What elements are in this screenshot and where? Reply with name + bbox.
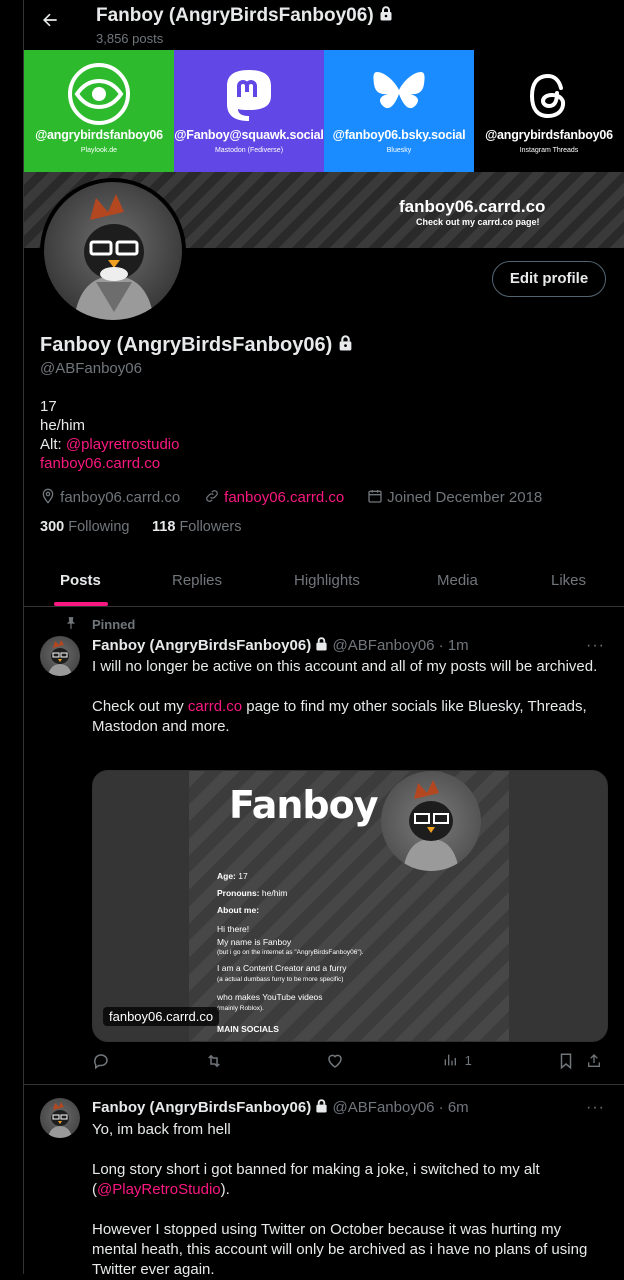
tab-media[interactable]: Media (437, 572, 478, 589)
card-title: Fanboy (229, 783, 379, 827)
repost-icon[interactable] (205, 1052, 223, 1073)
profile-avatar[interactable] (40, 178, 186, 324)
header-title: Fanboy (AngryBirdsFanboy06) (96, 5, 393, 27)
post-avatar[interactable] (40, 1098, 80, 1138)
post-actions: 1 (92, 1052, 607, 1072)
tab-likes[interactable]: Likes (551, 572, 586, 589)
profile-handle: @ABFanboy06 (40, 360, 142, 377)
banner-tile-bluesky: @fanboy06.bsky.social Bluesky (324, 50, 474, 172)
eye-icon (67, 62, 131, 131)
share-icon[interactable] (586, 1052, 602, 1073)
bio-site-link[interactable]: fanboy06.carrd.co (40, 455, 160, 472)
banner-tile-threads: @angrybirdsfanboy06 Instagram Threads (474, 50, 624, 172)
bio-pronouns: he/him (40, 417, 86, 434)
profile-bio: 17 he/him Alt: @playretrostudio fanboy06… (40, 397, 179, 473)
views-icon (442, 1053, 458, 1068)
profile-column: Fanboy (AngryBirdsFanboy06) 3,856 posts … (23, 0, 624, 1278)
tabs-divider (24, 606, 624, 607)
edit-profile-button[interactable]: Edit profile (492, 261, 606, 297)
following-link[interactable]: 300 Following (40, 519, 129, 535)
banner-tile-playlook: @angrybirdsfanboy06 Playlook.de (24, 50, 174, 172)
card-domain-label: fanboy06.carrd.co (103, 1007, 220, 1026)
profile-location: fanboy06.carrd.co (40, 488, 180, 506)
mastodon-icon (219, 64, 279, 129)
banner-handle: @angrybirdsfanboy06 (485, 128, 613, 142)
banner-handle: @Fanboy@squawk.social (174, 128, 324, 142)
banner-caption: Playlook.de (80, 147, 118, 154)
views-button[interactable]: 1 (442, 1052, 472, 1068)
bookmark-icon[interactable] (558, 1052, 574, 1073)
post-handle[interactable]: @ABFanboy06 (333, 1099, 435, 1116)
calendar-icon (367, 489, 383, 506)
post-text: Yo, im back from hell Long story short i… (92, 1121, 588, 1278)
bio-alt-line: Alt: @playretrostudio (40, 436, 180, 453)
banner-handle: @angrybirdsfanboy06 (35, 128, 163, 142)
post-header: Fanboy (AngryBirdsFanboy06) @ABFanboy06 … (92, 1099, 469, 1116)
tab-replies[interactable]: Replies (172, 572, 222, 589)
post-author[interactable]: Fanboy (AngryBirdsFanboy06) (92, 1099, 311, 1116)
lock-icon (315, 637, 328, 654)
back-arrow-icon[interactable] (34, 10, 66, 36)
link-icon (204, 489, 220, 506)
banner-caption: Instagram Threads (519, 147, 579, 154)
reply-icon[interactable] (92, 1052, 110, 1073)
alt-account-link[interactable]: @playretrostudio (66, 436, 180, 453)
post-count: 3,856 posts (96, 31, 164, 46)
banner-carrd-url: fanboy06.carrd.co (399, 197, 546, 216)
post-time[interactable]: 1m (448, 637, 469, 654)
post-text: I will no longer be active on this accou… (92, 658, 598, 735)
lock-icon (379, 5, 393, 26)
banner-caption: Bluesky (386, 147, 412, 154)
carrd-link[interactable]: carrd.co (188, 698, 242, 715)
post-header: Fanboy (AngryBirdsFanboy06) @ABFanboy06 … (92, 637, 469, 654)
location-pin-icon (40, 488, 56, 506)
profile-website[interactable]: fanboy06.carrd.co (204, 488, 344, 506)
more-options-icon[interactable]: ··· (586, 637, 605, 655)
pin-icon (64, 616, 78, 635)
card-side-right (509, 771, 607, 1041)
banner-carrd-caption: Check out my carrd.co page! (416, 217, 540, 227)
post-time[interactable]: 6m (448, 1099, 469, 1116)
tab-posts[interactable]: Posts (60, 572, 101, 589)
banner-tile-mastodon: @Fanboy@squawk.social Mastodon (Fedivers… (174, 50, 324, 172)
followers-link[interactable]: 118 Followers (152, 519, 241, 535)
card-avatar (381, 771, 481, 871)
post-handle[interactable]: @ABFanboy06 (333, 637, 435, 654)
post-author[interactable]: Fanboy (AngryBirdsFanboy06) (92, 637, 311, 654)
bio-age: 17 (40, 398, 57, 415)
more-options-icon[interactable]: ··· (586, 1099, 605, 1117)
card-side-left (93, 771, 189, 1041)
link-preview-card[interactable]: Fanboy Age: 17 Pronouns: he/him About me… (92, 770, 608, 1042)
threads-icon (527, 72, 571, 125)
alt-account-mention[interactable]: @PlayRetroStudio (97, 1181, 221, 1198)
profile-name: Fanboy (AngryBirdsFanboy06) (40, 334, 353, 357)
like-icon[interactable] (326, 1052, 344, 1073)
banner-handle: @fanboy06.bsky.social (332, 128, 466, 142)
banner-caption: Mastodon (Fediverse) (214, 147, 284, 154)
pinned-label: Pinned (92, 617, 136, 632)
butterfly-icon (373, 70, 425, 121)
tab-highlights[interactable]: Highlights (294, 572, 360, 589)
post-avatar[interactable] (40, 636, 80, 676)
post-divider (24, 1084, 624, 1085)
lock-icon (338, 334, 353, 356)
lock-icon (315, 1099, 328, 1116)
profile-joined: Joined December 2018 (367, 488, 542, 506)
